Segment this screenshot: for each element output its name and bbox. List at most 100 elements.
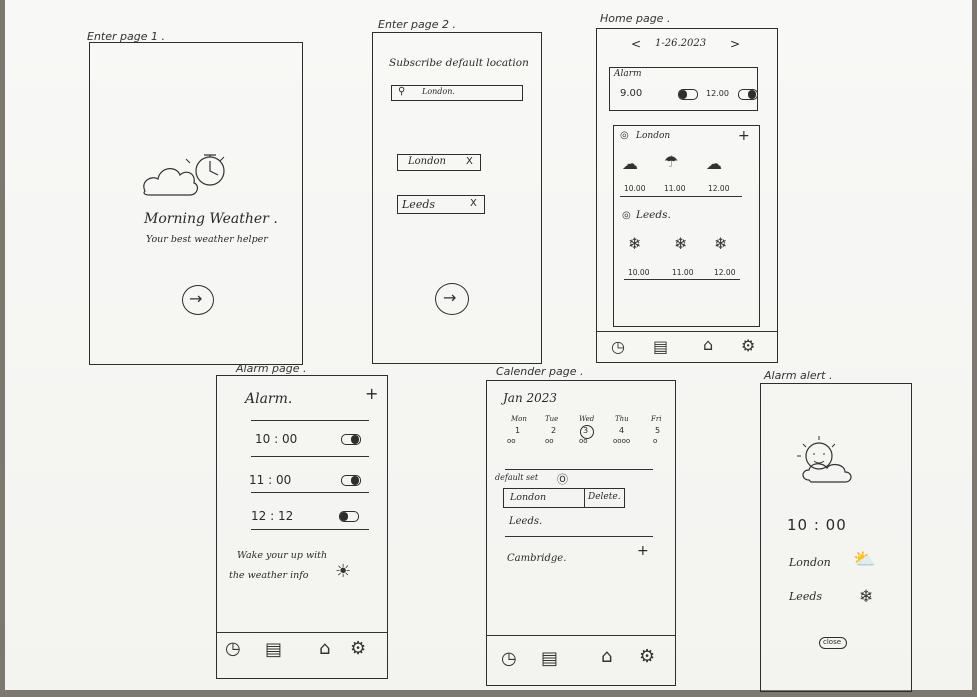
alarm-alert-screen: 10 : 00 London ⛅ Leeds ❄ close <box>760 383 912 692</box>
delete-button[interactable]: Delete. <box>588 492 621 502</box>
tagline: Your best weather helper <box>146 234 268 245</box>
day-dots: oo <box>507 437 516 445</box>
divider <box>624 279 740 280</box>
alarm-time: 10 : 00 <box>255 432 298 446</box>
alarm-page-screen: Alarm. + 10 : 00 11 : 00 12 : 12 Wake yo… <box>216 375 388 679</box>
alarm-page-label: Alarm page . <box>236 362 307 375</box>
gear-icon[interactable]: ⚙ <box>639 648 655 666</box>
add-location-button[interactable]: + <box>637 543 649 559</box>
forecast-time: 10.00 <box>628 268 650 277</box>
day-name: Mon <box>511 415 527 423</box>
snowflake-icon: ❄ <box>714 234 728 253</box>
clock-icon[interactable]: ◷ <box>501 650 517 668</box>
location-name: Leeds <box>789 590 823 603</box>
close-button[interactable]: close <box>819 637 847 649</box>
nav-divider <box>487 635 675 636</box>
enter-page-1-screen: Morning Weather . Your best weather help… <box>89 42 303 365</box>
forecast-time: 11.00 <box>664 184 686 193</box>
remove-icon[interactable]: X <box>470 198 477 209</box>
cloud-icon: ☁ <box>622 154 638 173</box>
remove-icon[interactable]: X <box>466 156 473 167</box>
location-name[interactable]: Cambridge. <box>507 553 566 564</box>
alarm-toggle[interactable] <box>738 89 758 100</box>
home-icon[interactable]: ⌂ <box>319 640 330 658</box>
alert-time: 10 : 00 <box>787 516 847 534</box>
day-number[interactable]: 3 <box>583 426 588 435</box>
alarm-card-title: Alarm <box>614 69 642 79</box>
alarm-title: Alarm. <box>245 391 293 407</box>
alarm-time: 9.00 <box>620 88 643 99</box>
day-number[interactable]: 4 <box>619 426 624 435</box>
close-label: close <box>823 638 842 646</box>
next-button[interactable]: → <box>182 285 214 315</box>
divider <box>251 529 369 530</box>
chip-label: London <box>408 156 446 167</box>
cloudy-icon: ☁ <box>706 154 722 173</box>
arrow-right-icon: → <box>189 289 203 308</box>
day-number[interactable]: 2 <box>551 426 556 435</box>
location-pin-icon: ◎ <box>620 130 629 141</box>
day-dots: o <box>653 437 658 445</box>
calendar-page-label: Calender page . <box>496 365 584 378</box>
location-search-field[interactable]: ⚲ London. <box>391 85 523 101</box>
enter-page-2-label: Enter page 2 . <box>378 18 456 31</box>
alarm-toggle[interactable] <box>341 475 361 486</box>
divider <box>584 489 585 507</box>
add-location-button[interactable]: + <box>738 128 750 144</box>
edit-icon[interactable]: Ⓞ <box>557 471 568 487</box>
location-row-london[interactable]: London Delete. <box>503 488 625 508</box>
subscribe-heading: Subscribe default location <box>389 57 529 69</box>
prev-date-button[interactable]: < <box>631 37 641 51</box>
nav-divider <box>597 331 777 332</box>
search-icon: ⚲ <box>398 86 406 97</box>
alarm-toggle[interactable] <box>339 511 359 522</box>
calendar-icon[interactable]: ▤ <box>653 339 668 355</box>
alarm-time: 12 : 12 <box>251 509 294 523</box>
location-name: Leeds. <box>636 209 671 221</box>
default-set-label: default set <box>495 473 539 482</box>
next-button[interactable]: → <box>435 283 469 315</box>
search-value: London. <box>422 87 455 96</box>
clock-icon[interactable]: ◷ <box>225 640 241 658</box>
chip-label: Leeds <box>402 198 436 211</box>
calendar-page-screen: Jan 2023 Mon Tue Wed Thu Fri 1 2 3 4 5 o… <box>486 380 676 686</box>
alarm-alert-label: Alarm alert . <box>764 369 833 382</box>
next-date-button[interactable]: > <box>730 37 740 51</box>
forecast-time: 12.00 <box>714 268 736 277</box>
alarm-toggle[interactable] <box>341 434 361 445</box>
add-alarm-button[interactable]: + <box>365 384 378 403</box>
home-icon[interactable]: ⌂ <box>601 648 612 666</box>
gear-icon[interactable]: ⚙ <box>741 338 755 354</box>
day-dots: oooo <box>613 437 631 445</box>
snowflake-icon: ❄ <box>859 587 874 607</box>
day-name: Fri <box>651 415 662 423</box>
location-chip-leeds[interactable]: Leeds X <box>397 195 485 214</box>
day-number[interactable]: 5 <box>655 426 660 435</box>
location-pin-icon: ◎ <box>622 210 631 221</box>
divider <box>251 420 369 421</box>
location-chip-london[interactable]: London X <box>397 154 481 171</box>
calendar-icon[interactable]: ▤ <box>541 650 558 668</box>
alarm-card[interactable]: Alarm 9.00 12.00 <box>609 67 758 111</box>
alarm-note-line2: the weather info <box>229 570 309 581</box>
alarm-toggle[interactable] <box>678 89 698 100</box>
day-number[interactable]: 1 <box>515 426 520 435</box>
alarm-time: 12.00 <box>706 89 729 98</box>
app-name: Morning Weather . <box>144 211 278 227</box>
gear-icon[interactable]: ⚙ <box>350 640 366 658</box>
weather-card: ◎ London + ☁ ☂ ☁ 10.00 11.00 12.00 ◎ Lee… <box>613 125 760 327</box>
paper-edge-right <box>972 0 977 697</box>
snowflake-icon: ❄ <box>674 234 688 253</box>
forecast-time: 10.00 <box>624 184 646 193</box>
clock-icon[interactable]: ◷ <box>611 339 625 355</box>
day-name: Tue <box>545 415 559 423</box>
enter-page-2-screen: Subscribe default location ⚲ London. Lon… <box>372 32 542 364</box>
sun-cloud-icon: ⛅ <box>853 549 876 570</box>
cloud-clock-icon <box>143 154 225 196</box>
arrow-right-icon: → <box>443 288 457 307</box>
calendar-icon[interactable]: ▤ <box>265 641 282 659</box>
paper-edge-left <box>0 0 5 697</box>
alarm-note-line1: Wake your up with <box>237 550 328 561</box>
location-name[interactable]: Leeds. <box>509 516 542 527</box>
home-icon[interactable]: ⌂ <box>703 337 713 353</box>
